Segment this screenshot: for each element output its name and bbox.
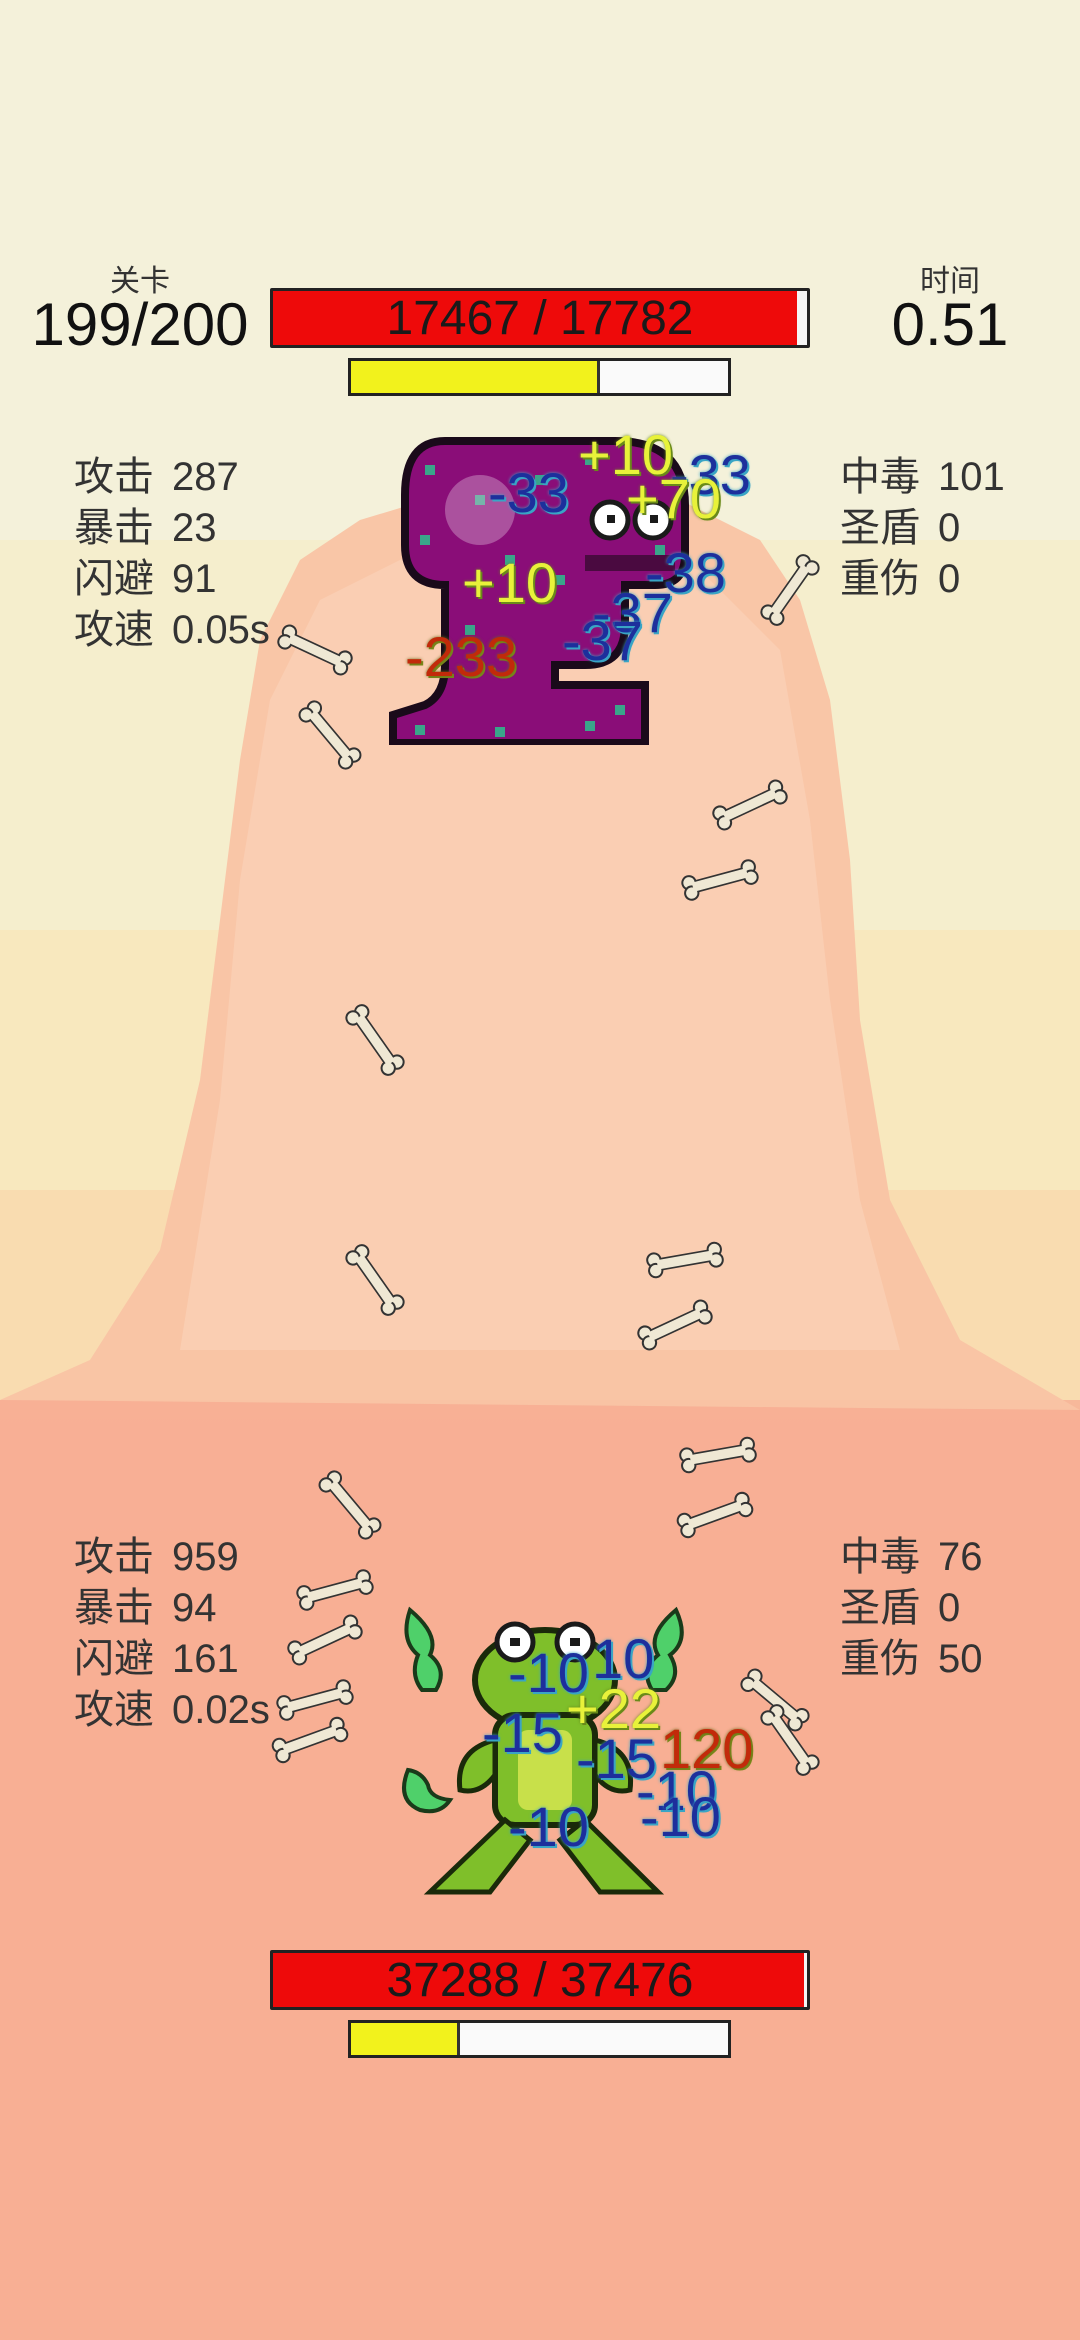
floating-damage: -10 bbox=[508, 1795, 589, 1858]
stat-value: 0 bbox=[938, 1586, 961, 1630]
stat-value: 76 bbox=[938, 1535, 983, 1579]
floating-damage: -15 bbox=[482, 1701, 563, 1764]
player-energy-bar bbox=[348, 2020, 731, 2058]
player-stat-attack: 攻击 959 bbox=[74, 1532, 270, 1583]
player-stat-poison: 中毒 76 bbox=[840, 1532, 983, 1583]
stat-label: 闪避 bbox=[74, 1637, 154, 1681]
stat-value: 0.02s bbox=[172, 1688, 270, 1732]
player-stats-right: 中毒 76 圣盾 0 重伤 50 bbox=[840, 1532, 983, 1685]
floating-heal: +10 bbox=[462, 551, 557, 614]
player-stat-wound: 重伤 50 bbox=[840, 1634, 983, 1685]
stat-label: 重伤 bbox=[840, 1637, 920, 1681]
enemy-hp-text: 17467 / 17782 bbox=[386, 291, 694, 345]
floating-damage: -10 bbox=[640, 1785, 721, 1848]
enemy-stat-crit: 暴击 23 bbox=[74, 503, 270, 554]
player-stats-left: 攻击 959 暴击 94 闪避 161 攻速 0.02s bbox=[74, 1532, 270, 1736]
player-energy-fill bbox=[351, 2023, 461, 2055]
stat-label: 中毒 bbox=[840, 1535, 920, 1579]
enemy-stat-shield: 圣盾 0 bbox=[840, 503, 1005, 554]
player-hp-text: 37288 / 37476 bbox=[386, 1953, 694, 2007]
stat-label: 攻速 bbox=[74, 608, 154, 652]
floating-crit: -233 bbox=[405, 625, 518, 688]
stat-label: 攻击 bbox=[74, 1535, 154, 1579]
stat-label: 重伤 bbox=[840, 557, 920, 601]
stat-value: 50 bbox=[938, 1637, 983, 1681]
stat-value: 94 bbox=[172, 1586, 217, 1630]
player-stat-dodge: 闪避 161 bbox=[74, 1634, 270, 1685]
stat-label: 圣盾 bbox=[840, 506, 920, 550]
enemy-stats-right: 中毒 101 圣盾 0 重伤 0 bbox=[840, 452, 1005, 605]
stat-value: 101 bbox=[938, 455, 1005, 499]
stat-label: 攻速 bbox=[74, 1688, 154, 1732]
stat-value: 23 bbox=[172, 506, 217, 550]
stat-label: 中毒 bbox=[840, 455, 920, 499]
enemy-stats-left: 攻击 287 暴击 23 闪避 91 攻速 0.05s bbox=[74, 452, 270, 656]
stat-value: 161 bbox=[172, 1637, 239, 1681]
enemy-hp-bar: 17467 / 17782 bbox=[270, 288, 810, 348]
stat-label: 攻击 bbox=[74, 455, 154, 499]
time-value: 0.51 bbox=[891, 291, 1009, 358]
enemy-stat-poison: 中毒 101 bbox=[840, 452, 1005, 503]
stat-label: 暴击 bbox=[74, 1586, 154, 1630]
stat-value: 0 bbox=[938, 557, 961, 601]
floating-damage: -33 bbox=[488, 461, 569, 524]
enemy-energy-fill bbox=[351, 361, 600, 393]
stat-value: 0 bbox=[938, 506, 961, 550]
enemy-stat-wound: 重伤 0 bbox=[840, 554, 1005, 605]
floating-damage: -37 bbox=[562, 609, 643, 672]
stat-value: 287 bbox=[172, 455, 239, 499]
stat-label: 圣盾 bbox=[840, 1586, 920, 1630]
player-stat-speed: 攻速 0.02s bbox=[74, 1685, 270, 1736]
level-value: 199/200 bbox=[31, 291, 249, 358]
player-stat-crit: 暴击 94 bbox=[74, 1583, 270, 1634]
floating-heal: +70 bbox=[626, 467, 721, 530]
enemy-stat-attack: 攻击 287 bbox=[74, 452, 270, 503]
stat-value: 0.05s bbox=[172, 608, 270, 652]
stat-label: 闪避 bbox=[74, 557, 154, 601]
enemy-stat-speed: 攻速 0.05s bbox=[74, 605, 270, 656]
enemy-energy-bar bbox=[348, 358, 731, 396]
player-stat-shield: 圣盾 0 bbox=[840, 1583, 983, 1634]
stat-value: 91 bbox=[172, 557, 217, 601]
stat-value: 959 bbox=[172, 1535, 239, 1579]
enemy-stat-dodge: 闪避 91 bbox=[74, 554, 270, 605]
stat-label: 暴击 bbox=[74, 506, 154, 550]
player-hp-bar: 37288 / 37476 bbox=[270, 1950, 810, 2010]
